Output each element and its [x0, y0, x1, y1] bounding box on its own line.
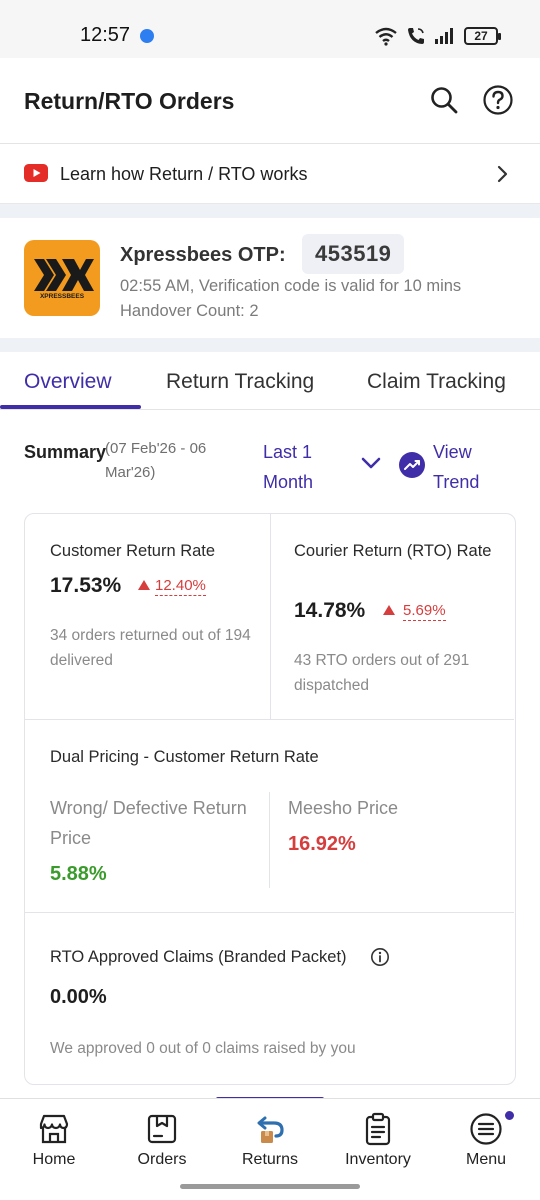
rto-claims-value: 0.00% — [50, 986, 107, 1008]
trend-up-icon — [138, 580, 150, 590]
wrong-defective-value: 5.88% — [50, 863, 107, 885]
dual-pricing-title: Dual Pricing - Customer Return Rate — [50, 748, 319, 766]
tab-bar: Overview Return Tracking Claim Tracking — [0, 352, 540, 410]
orders-icon — [147, 1114, 177, 1144]
customer-return-rate-note: 34 orders returned out of 194 delivered — [50, 627, 251, 669]
gesture-bar[interactable] — [180, 1184, 360, 1189]
youtube-icon — [24, 164, 48, 182]
summary-date-range: (07 Feb'26 - 06 Mar'26) — [105, 440, 207, 481]
nav-returns-label: Returns — [241, 1151, 299, 1168]
nav-returns[interactable]: Returns — [216, 1099, 324, 1179]
tab-overview[interactable]: Overview — [24, 370, 112, 394]
status-icons: 27 — [374, 24, 501, 48]
courier-return-rate-title: Courier Return (RTO) Rate — [294, 542, 492, 560]
otp-card: XPRESSBEES Xpressbees OTP: 453519 02:55 … — [0, 218, 540, 350]
signal-icon — [435, 28, 453, 44]
status-bar: 12:57 27 — [0, 0, 540, 58]
menu-notification-badge — [503, 1109, 516, 1122]
customer-return-rate-delta[interactable]: 12.40% — [155, 577, 206, 596]
chevron-down-icon[interactable] — [360, 456, 382, 470]
rto-claims-title: RTO Approved Claims (Branded Packet) — [50, 948, 347, 966]
courier-return-rate-value: 14.78% — [294, 599, 366, 622]
learn-banner[interactable]: Learn how Return / RTO works — [0, 144, 540, 204]
status-time: 12:57 — [80, 24, 131, 46]
metrics-card: Customer Return Rate 17.53% 12.40% 34 or… — [24, 513, 516, 1085]
courier-return-rate-note: 43 RTO orders out of 291 dispatched — [294, 652, 470, 694]
nav-home[interactable]: Home — [0, 1099, 108, 1179]
tab-return-tracking[interactable]: Return Tracking — [166, 370, 314, 394]
section-divider — [0, 204, 540, 218]
divider — [269, 792, 270, 888]
courier-return-rate-delta[interactable]: 5.69% — [403, 602, 446, 621]
tab-claim-tracking[interactable]: Claim Tracking — [367, 370, 506, 394]
notification-dot-icon — [140, 29, 154, 43]
info-icon[interactable] — [370, 947, 390, 967]
nav-orders-label: Orders — [137, 1151, 187, 1168]
otp-code: 453519 — [302, 234, 405, 274]
returns-icon — [257, 1116, 284, 1143]
wifi-call-icon — [408, 28, 424, 44]
nav-menu-label: Menu — [465, 1151, 507, 1168]
meesho-price-label: Meesho Price — [288, 798, 399, 818]
rto-claims-note: We approved 0 out of 0 claims raised by … — [50, 1040, 356, 1057]
nav-inventory-label: Inventory — [345, 1151, 411, 1168]
clipboard-icon — [365, 1112, 391, 1146]
nav-orders[interactable]: Orders — [108, 1099, 216, 1179]
customer-return-rate-value: 17.53% — [50, 574, 122, 597]
customer-return-rate-title: Customer Return Rate — [50, 542, 216, 560]
menu-icon — [470, 1113, 502, 1145]
search-icon[interactable] — [428, 84, 460, 116]
nav-menu[interactable]: Menu — [432, 1099, 540, 1179]
summary-label: Summary — [24, 442, 107, 462]
handover-count: Handover Count: 2 — [120, 302, 259, 320]
divider — [25, 719, 514, 720]
wifi-icon — [375, 27, 397, 46]
help-icon[interactable] — [482, 84, 514, 116]
meesho-price-value: 16.92% — [288, 833, 356, 855]
battery-icon: 27 — [464, 27, 501, 45]
otp-validity: 02:55 AM, Verification code is valid for… — [120, 277, 462, 295]
divider — [25, 912, 514, 913]
xpressbees-logo-mark-icon: XPRESSBEES — [34, 259, 94, 300]
page-title: Return/RTO Orders — [24, 88, 235, 114]
trend-icon[interactable] — [399, 452, 425, 478]
xpressbees-logo: XPRESSBEES — [24, 240, 100, 316]
nav-inventory[interactable]: Inventory — [324, 1099, 432, 1179]
nav-home-label: Home — [32, 1151, 76, 1168]
learn-banner-label: Learn how Return / RTO works — [60, 164, 308, 184]
store-icon — [39, 1114, 69, 1144]
wrong-defective-label: Wrong/ Defective Return Price — [50, 798, 247, 848]
divider — [270, 514, 271, 719]
logo-wordmark: XPRESSBEES — [40, 293, 85, 300]
otp-title: Xpressbees OTP: — [120, 244, 286, 266]
period-dropdown[interactable]: Last 1 Month — [263, 437, 353, 497]
trend-up-icon — [383, 605, 395, 615]
chevron-right-icon — [497, 165, 508, 183]
view-trend-link[interactable]: View Trend — [433, 437, 513, 497]
section-divider — [0, 338, 540, 352]
active-tab-indicator — [0, 405, 141, 409]
app-header: Return/RTO Orders — [0, 58, 540, 144]
